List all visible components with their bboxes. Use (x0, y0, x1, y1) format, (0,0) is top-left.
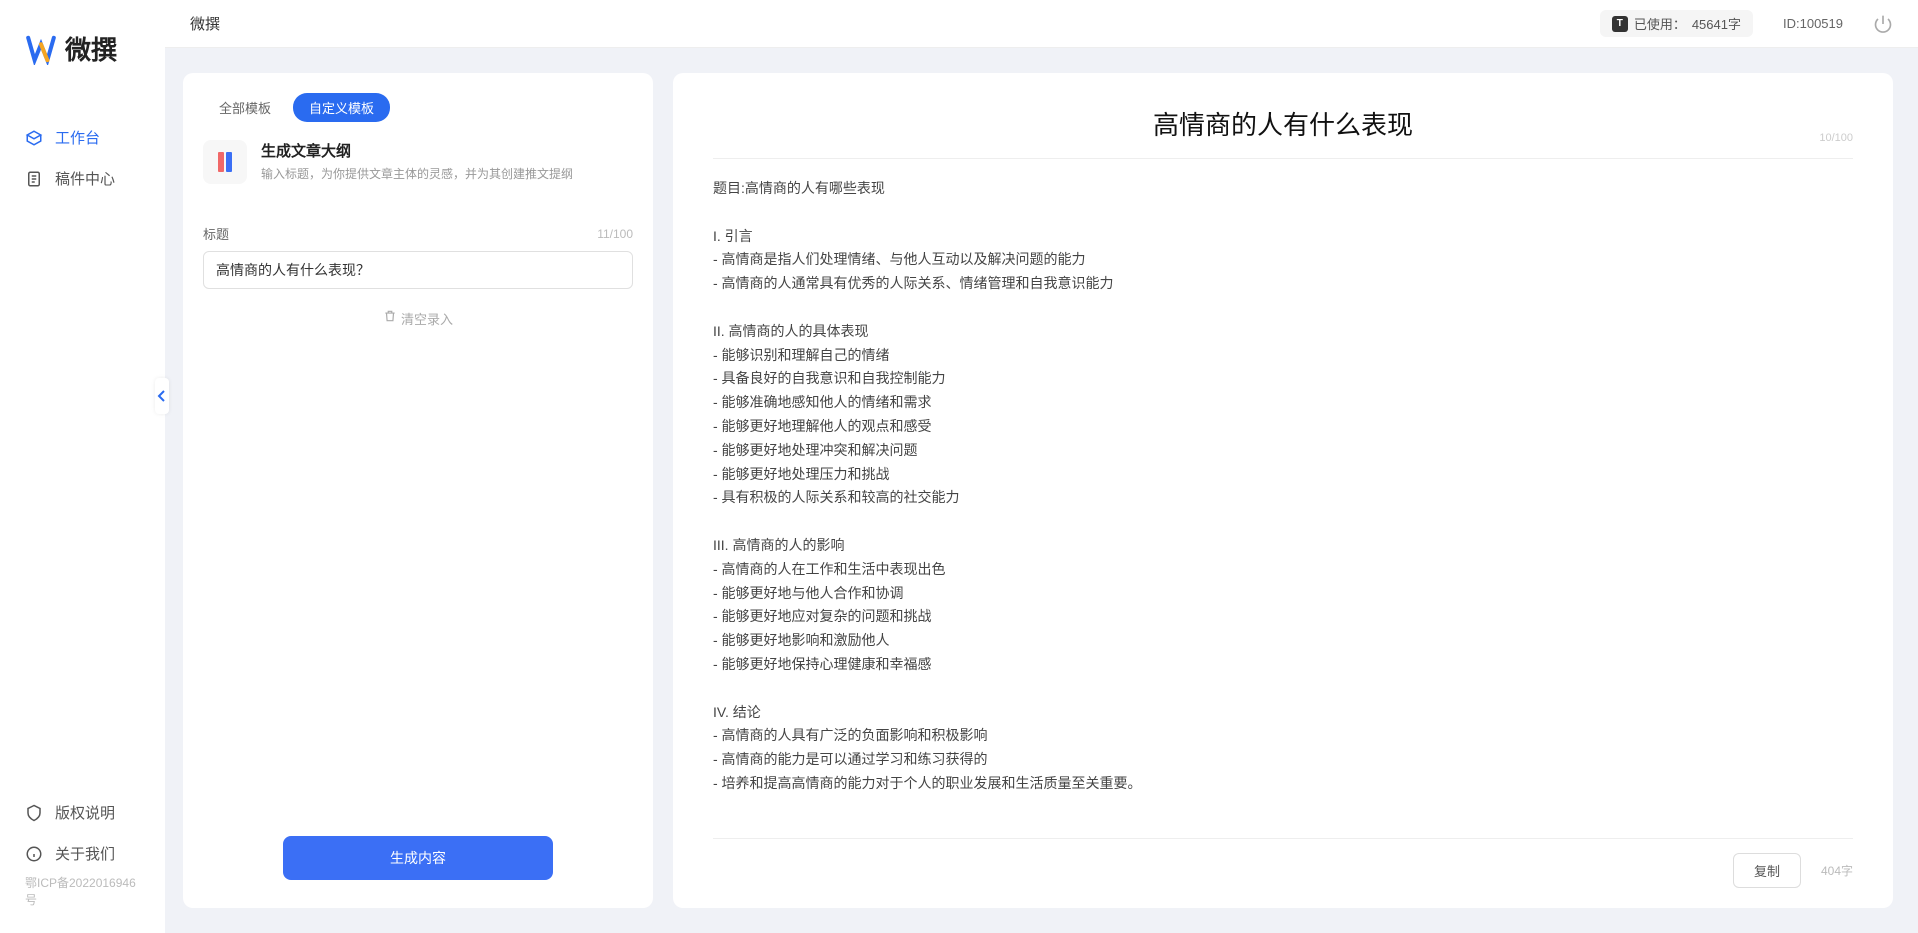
logo-icon (25, 33, 57, 65)
template-icon (203, 140, 247, 184)
collapse-sidebar-handle[interactable] (155, 378, 169, 414)
main: 微撰 T 已使用： 45641字 ID:100519 (165, 0, 1918, 933)
input-panel: 全部模板 自定义模板 生成文章大纲 输入标题，为你提供文章主体的灵感，并为其创建… (183, 73, 653, 908)
usage-value: 45641字 (1692, 14, 1741, 33)
nav-item-label: 稿件中心 (55, 168, 115, 189)
title-input[interactable] (203, 251, 633, 289)
nav-item-docs[interactable]: 稿件中心 (0, 158, 165, 199)
result-char-count: 404字 (1821, 862, 1853, 879)
sidebar: 微撰 工作台 稿件中心 版权说明 (0, 0, 165, 933)
nav: 工作台 稿件中心 (0, 117, 165, 792)
nav-item-label: 关于我们 (55, 843, 115, 864)
nav-item-label: 工作台 (55, 127, 100, 148)
result-panel: 高情商的人有什么表现 10/100 题目:高情商的人有哪些表现 I. 引言 - … (673, 73, 1893, 908)
nav-item-copyright[interactable]: 版权说明 (0, 792, 165, 833)
template-card: 生成文章大纲 输入标题，为你提供文章主体的灵感，并为其创建推文提纲 (183, 140, 653, 204)
trash-icon (383, 309, 397, 323)
tab-all-templates[interactable]: 全部模板 (203, 93, 287, 122)
title-label: 标题 (203, 224, 229, 243)
template-title: 生成文章大纲 (261, 140, 573, 161)
document-icon (25, 170, 43, 188)
tab-custom-templates[interactable]: 自定义模板 (293, 93, 390, 122)
title-count: 11/100 (597, 227, 633, 241)
t-icon: T (1612, 16, 1628, 32)
nav-item-workspace[interactable]: 工作台 (0, 117, 165, 158)
nav-item-label: 版权说明 (55, 802, 115, 823)
logo-text: 微撰 (65, 30, 117, 67)
generate-button[interactable]: 生成内容 (283, 836, 553, 880)
result-body: 题目:高情商的人有哪些表现 I. 引言 - 高情商是指人们处理情绪、与他人互动以… (713, 177, 1853, 828)
nav-item-about[interactable]: 关于我们 (0, 833, 165, 874)
logo: 微撰 (0, 30, 165, 117)
page-title: 微撰 (190, 13, 220, 34)
topbar: 微撰 T 已使用： 45641字 ID:100519 (165, 0, 1918, 48)
title-char-limit: 10/100 (1819, 132, 1853, 144)
workspace-icon (25, 129, 43, 147)
usage-badge[interactable]: T 已使用： 45641字 (1600, 10, 1753, 37)
usage-prefix: 已使用： (1634, 14, 1686, 33)
shield-icon (25, 804, 43, 822)
power-icon[interactable] (1873, 14, 1893, 34)
info-icon (25, 845, 43, 863)
icp-text: 鄂ICP备2022016946号 (0, 874, 165, 908)
clear-input-button[interactable]: 清空录入 (183, 289, 653, 348)
copy-button[interactable]: 复制 (1733, 853, 1801, 888)
template-desc: 输入标题，为你提供文章主体的灵感，并为其创建推文提纲 (261, 165, 573, 182)
user-id: ID:100519 (1783, 16, 1843, 31)
result-title: 高情商的人有什么表现 (713, 105, 1853, 142)
clear-label: 清空录入 (401, 309, 453, 328)
tabs: 全部模板 自定义模板 (183, 93, 653, 140)
